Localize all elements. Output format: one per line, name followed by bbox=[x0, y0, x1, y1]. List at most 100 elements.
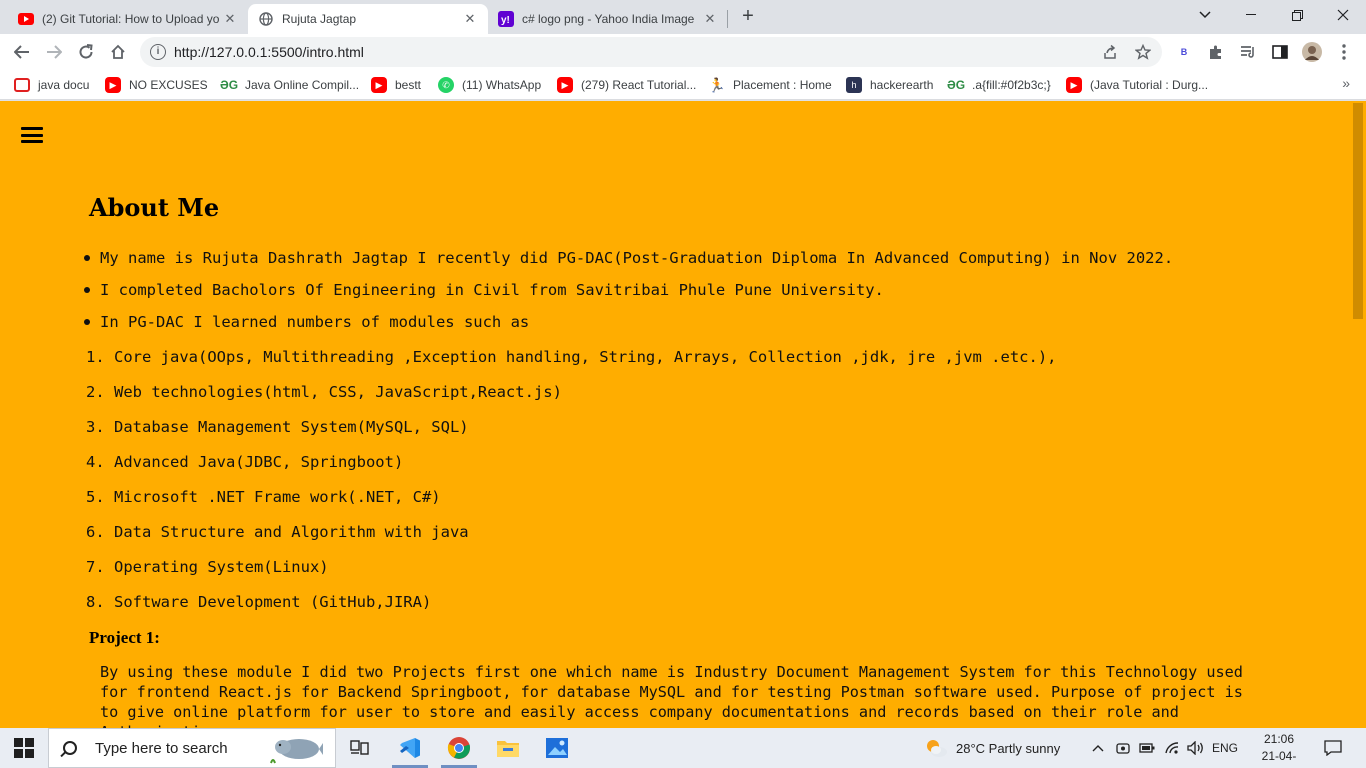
weather-widget[interactable]: 28°C Partly sunny bbox=[924, 728, 1060, 768]
minimize-icon[interactable] bbox=[1228, 0, 1274, 30]
bookmark-label: NO EXCUSES bbox=[129, 78, 208, 92]
bookmark-java-docu[interactable]: java docu bbox=[14, 75, 89, 95]
task-view-icon[interactable] bbox=[336, 728, 384, 768]
bookmark-svg-fill[interactable]: ƏG .a{fill:#0f2b3c;} bbox=[946, 75, 1051, 95]
media-control-icon[interactable] bbox=[1238, 42, 1258, 62]
bookmark-no-excuses[interactable]: ▶ NO EXCUSES bbox=[105, 75, 208, 95]
page-title: About Me bbox=[89, 193, 220, 222]
youtube-icon: ▶ bbox=[371, 77, 387, 93]
close-icon[interactable]: ✕ bbox=[222, 11, 238, 27]
whatsapp-icon: ✆ bbox=[438, 77, 454, 93]
youtube-icon bbox=[18, 11, 34, 27]
tab-git-tutorial[interactable]: (2) Git Tutorial: How to Upload yo ✕ bbox=[8, 4, 248, 34]
bookmarks-bar: java docu ▶ NO EXCUSES ƏG Java Online Co… bbox=[0, 70, 1366, 100]
battery-icon[interactable] bbox=[1139, 728, 1155, 768]
restore-icon[interactable] bbox=[1274, 0, 1320, 30]
list-item: 7. Operating System(Linux) bbox=[86, 558, 329, 576]
list-item: 2. Web technologies(html, CSS, JavaScrip… bbox=[86, 383, 562, 401]
language-text: ENG bbox=[1212, 741, 1239, 755]
avatar[interactable] bbox=[1302, 42, 1322, 62]
tray-chevron-up-icon[interactable] bbox=[1092, 728, 1104, 768]
youtube-icon: ▶ bbox=[1066, 77, 1082, 93]
tv-icon bbox=[14, 78, 30, 92]
hamburger-menu-icon[interactable] bbox=[21, 127, 43, 143]
list-item: In PG-DAC I learned numbers of modules s… bbox=[80, 312, 1173, 344]
chevron-right-icon[interactable]: » bbox=[1342, 75, 1350, 91]
close-icon[interactable]: ✕ bbox=[462, 11, 478, 27]
list-item: 6. Data Structure and Algorithm with jav… bbox=[86, 523, 469, 541]
bookmark-placement-home[interactable]: 🏃 Placement : Home bbox=[708, 75, 831, 95]
bookmark-java-online-compiler[interactable]: ƏG Java Online Compil... bbox=[219, 75, 359, 95]
tab-rujuta-jagtap[interactable]: Rujuta Jagtap ✕ bbox=[248, 4, 488, 34]
clock-date: 21-04-2023 bbox=[1261, 749, 1297, 768]
bookmark-label: (279) React Tutorial... bbox=[581, 78, 697, 92]
youtube-icon: ▶ bbox=[557, 77, 573, 93]
list-item: 1. Core java(OOps, Multithreading ,Excep… bbox=[86, 348, 1057, 366]
scrollbar-thumb[interactable] bbox=[1353, 103, 1363, 319]
tab-title: (2) Git Tutorial: How to Upload yo bbox=[42, 12, 220, 26]
tab-yahoo-images[interactable]: y! c# logo png - Yahoo India Image ✕ bbox=[488, 4, 728, 34]
yahoo-icon: y! bbox=[498, 11, 514, 27]
home-icon[interactable] bbox=[104, 38, 132, 66]
hackerearth-icon: h bbox=[846, 77, 862, 93]
menu-kebab-icon[interactable] bbox=[1334, 42, 1354, 62]
partly-sunny-icon bbox=[927, 740, 947, 757]
weather-text: 28°C Partly sunny bbox=[956, 740, 1061, 756]
bookmark-star-icon[interactable] bbox=[1134, 43, 1152, 60]
back-arrow-icon[interactable] bbox=[8, 38, 36, 66]
close-window-icon[interactable] bbox=[1320, 0, 1366, 30]
tray-app-icon[interactable] bbox=[1116, 728, 1130, 768]
bookmark-label: (11) WhatsApp bbox=[462, 78, 542, 92]
taskbar-search-box[interactable]: Type here to search bbox=[48, 728, 336, 768]
close-icon[interactable]: ✕ bbox=[702, 11, 718, 27]
language-indicator[interactable]: ENG bbox=[1212, 728, 1238, 768]
url-text[interactable]: http://127.0.0.1:5500/intro.html bbox=[174, 44, 364, 60]
clock-time: 21:06 bbox=[1263, 732, 1295, 746]
notification-icon[interactable] bbox=[1324, 728, 1342, 768]
address-bar[interactable]: i http://127.0.0.1:5500/intro.html bbox=[140, 37, 1162, 67]
system-clock[interactable]: 21:06 21-04-2023 bbox=[1250, 731, 1308, 768]
bookmark-react-tutorial[interactable]: ▶ (279) React Tutorial... bbox=[557, 75, 696, 95]
svg-text:y!: y! bbox=[501, 15, 510, 26]
modules-list: 1. Core java(OOps, Multithreading ,Excep… bbox=[86, 347, 1057, 627]
windows-start-icon[interactable] bbox=[14, 738, 34, 758]
gfg-icon: ƏG bbox=[219, 78, 239, 92]
reload-icon[interactable] bbox=[72, 38, 100, 66]
list-item: 4. Advanced Java(JDBC, Springboot) bbox=[86, 453, 404, 471]
page-content: About Me My name is Rujuta Dashrath Jagt… bbox=[0, 101, 1350, 728]
tab-search-chevron-icon[interactable] bbox=[1182, 0, 1228, 30]
wifi-icon[interactable] bbox=[1164, 728, 1180, 768]
bookmark-label: bestt bbox=[395, 78, 422, 92]
list-item: 8. Software Development (GitHub,JIRA) bbox=[86, 593, 432, 611]
list-item: 5. Microsoft .NET Frame work(.NET, C#) bbox=[86, 488, 441, 506]
extension-badge-icon[interactable]: B bbox=[1174, 42, 1194, 62]
gfg-icon: ƏG bbox=[946, 78, 966, 92]
tab-separator bbox=[727, 10, 728, 28]
forward-arrow-icon[interactable] bbox=[40, 38, 68, 66]
bookmark-whatsapp[interactable]: ✆ (11) WhatsApp bbox=[438, 75, 541, 95]
tab-strip: (2) Git Tutorial: How to Upload yo ✕ Ruj… bbox=[0, 0, 1366, 34]
list-item: I completed Bacholors Of Engineering in … bbox=[80, 280, 1173, 312]
share-icon[interactable] bbox=[1102, 44, 1118, 60]
bookmark-hackerearth[interactable]: h hackerearth bbox=[846, 75, 933, 95]
vscode-icon[interactable] bbox=[386, 728, 434, 768]
page-scrollbar[interactable] bbox=[1350, 101, 1366, 728]
bookmark-label: hackerearth bbox=[870, 78, 934, 92]
project-title: Project 1: bbox=[89, 628, 160, 647]
file-explorer-icon[interactable] bbox=[484, 728, 532, 768]
volume-icon[interactable] bbox=[1187, 728, 1205, 768]
runner-icon: 🏃 bbox=[708, 76, 726, 93]
chrome-icon[interactable] bbox=[435, 728, 483, 768]
bookmark-java-tutorial-durga[interactable]: ▶ (Java Tutorial : Durg... bbox=[1066, 75, 1208, 95]
new-tab-button[interactable]: + bbox=[737, 6, 759, 28]
side-panel-icon[interactable] bbox=[1270, 42, 1290, 62]
list-item: My name is Rujuta Dashrath Jagtap I rece… bbox=[80, 248, 1173, 280]
search-icon bbox=[63, 741, 77, 755]
extensions-puzzle-icon[interactable] bbox=[1206, 42, 1226, 62]
bookmark-bestt[interactable]: ▶ bestt bbox=[371, 75, 421, 95]
site-info-icon[interactable]: i bbox=[150, 44, 166, 60]
photos-app-icon[interactable] bbox=[533, 728, 581, 768]
project-description: By using these module I did two Projects… bbox=[100, 663, 1243, 728]
windows-taskbar: Type here to search 28°C Partly sunny EN… bbox=[0, 728, 1366, 768]
search-placeholder: Type here to search bbox=[95, 739, 228, 757]
